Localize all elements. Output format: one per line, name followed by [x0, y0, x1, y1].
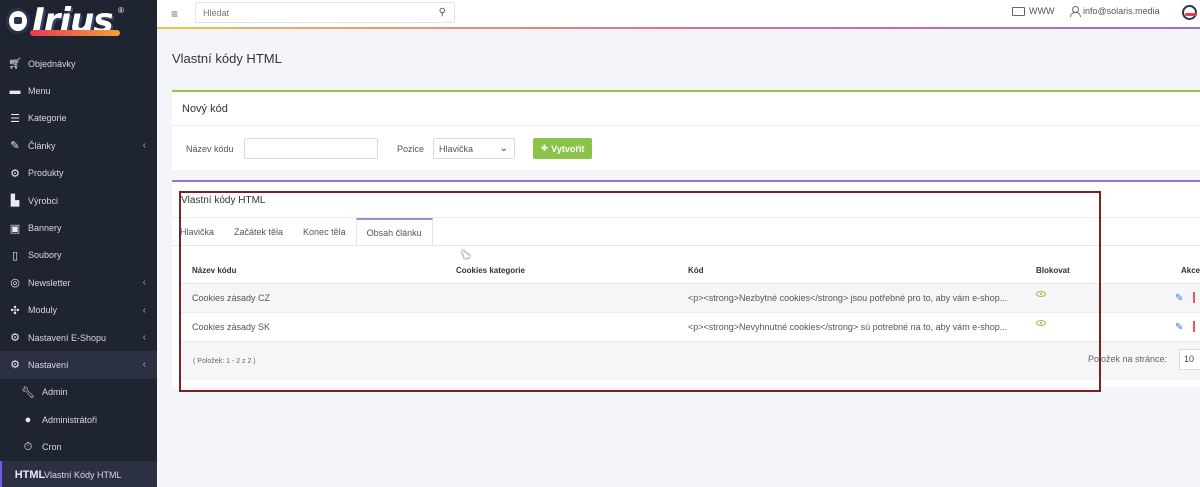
- position-select-value: Hlavička: [439, 143, 474, 154]
- new-code-heading: Nový kód: [172, 92, 1200, 126]
- pencil-icon: ✎: [10, 140, 20, 153]
- topbar-gradient-line: [157, 27, 1200, 29]
- search-icon[interactable]: ⚲: [439, 7, 446, 18]
- page-title: Vlastní kódy HTML: [172, 51, 282, 66]
- search-box: ⚲: [195, 2, 455, 23]
- chevron-left-icon: ‹: [142, 304, 146, 316]
- new-code-panel: Nový kód Název kódu Pozice Hlavička ⌄ ✚ …: [172, 90, 1200, 170]
- create-button[interactable]: ✚ Vytvořit: [533, 138, 592, 159]
- cogs-icon: ⚙: [10, 359, 20, 372]
- sidebar-item-menu[interactable]: ▬ Menu: [0, 77, 157, 104]
- hamburger-menu-icon[interactable]: ≡: [171, 7, 178, 21]
- sidebar-item-label: Kategorie: [28, 113, 67, 124]
- www-link[interactable]: WWW: [1012, 6, 1054, 16]
- sidebar-item-vyrobci[interactable]: ▙ Výrobci: [0, 187, 157, 214]
- chevron-left-icon: ‹: [142, 332, 146, 344]
- sidebar-item-label: Cron: [42, 442, 62, 453]
- sidebar-item-label: Objednávky: [28, 58, 76, 69]
- sidebar-item-moduly[interactable]: ✣ Moduly ‹: [0, 297, 157, 324]
- chevron-down-icon: ⌄: [499, 143, 508, 154]
- puzzle-icon: ✣: [10, 304, 20, 317]
- delete-icon[interactable]: [1193, 321, 1195, 332]
- topbar: ≡ ⚲ WWW info@solaris.media: [157, 0, 1200, 28]
- stopwatch-icon: ⏱︎: [23, 440, 33, 453]
- new-code-form: Název kódu Pozice Hlavička ⌄ ✚ Vytvořit: [172, 138, 1200, 160]
- sidebar-subitem-vlastni-kody-html[interactable]: HTML Vlastní Kódy HTML: [0, 460, 157, 487]
- edit-icon[interactable]: ✎: [1175, 293, 1183, 304]
- sidebar-item-kategorie[interactable]: ☰ Kategorie: [0, 105, 157, 132]
- column-header-actions: Akce: [1181, 266, 1200, 275]
- sidebar-item-label: Články: [28, 140, 56, 151]
- delete-icon[interactable]: [1193, 292, 1195, 303]
- sidebar-item-label: Výrobci: [28, 195, 59, 206]
- plus-icon: ✚: [540, 143, 549, 153]
- code-name-label: Název kódu: [186, 144, 234, 154]
- astronaut-logo-icon: [6, 8, 30, 34]
- sidebar-item-label: Nastavení E-Shopu: [28, 332, 107, 343]
- sidebar-item-soubory[interactable]: ▯ Soubory: [0, 242, 157, 269]
- html-icon: HTML: [14, 468, 46, 481]
- brand-logo-icon[interactable]: [1182, 5, 1197, 20]
- sidebar-nav: 🛒︎ Objednávky ▬ Menu ☰ Kategorie ✎ Článk…: [0, 50, 157, 487]
- chevron-left-icon: ‹: [142, 140, 146, 152]
- sidebar-item-label: Bannery: [28, 223, 62, 234]
- sidebar-item-label: Newsletter: [28, 277, 71, 288]
- user-icon: [1070, 6, 1081, 17]
- search-input[interactable]: [196, 3, 416, 22]
- sidebar-item-clanky[interactable]: ✎ Články ‹: [0, 132, 157, 159]
- per-page-select[interactable]: 10: [1179, 349, 1200, 370]
- sidebar-item-label: Produkty: [28, 168, 64, 179]
- sidebar-subitem-cron[interactable]: ⏱︎ Cron: [0, 433, 157, 460]
- folder-icon: ▬: [9, 85, 21, 98]
- image-icon: ▣: [9, 222, 21, 235]
- user-menu[interactable]: info@solaris.media: [1070, 6, 1160, 17]
- edit-icon[interactable]: ✎: [1175, 322, 1183, 333]
- sidebar-item-label: Nastavení: [28, 359, 69, 370]
- position-label: Pozice: [397, 144, 425, 154]
- wrench-icon: 🔧︎: [21, 386, 35, 399]
- monitor-icon: [1012, 6, 1025, 16]
- sidebar-item-objednavky[interactable]: 🛒︎ Objednávky: [0, 50, 157, 77]
- highlight-box: [179, 191, 1101, 392]
- logo-swoosh: [30, 30, 120, 36]
- sidebar-item-label: Admin: [42, 387, 68, 398]
- logo[interactable]: Irius ®: [0, 0, 157, 42]
- newsletter-icon: ◎: [10, 277, 20, 290]
- user-icon: ●: [24, 413, 32, 426]
- sidebar-subitem-admin[interactable]: 🔧︎ Admin: [0, 379, 157, 406]
- file-icon: ▯: [11, 249, 19, 262]
- logo-registered-mark: ®: [118, 6, 124, 15]
- code-name-input[interactable]: [244, 138, 378, 159]
- user-email: info@solaris.media: [1083, 6, 1160, 16]
- sidebar-item-label: Menu: [28, 86, 51, 97]
- sidebar-subitem-administratori[interactable]: ● Administrátoři: [0, 406, 157, 433]
- sidebar-item-nastaveni[interactable]: ⚙ Nastavení ‹: [0, 351, 157, 379]
- box-icon: ⚙: [10, 167, 20, 180]
- chevron-left-icon: ‹: [142, 277, 146, 289]
- sidebar-item-label: Administrátoři: [42, 414, 98, 425]
- www-label: WWW: [1029, 6, 1055, 16]
- cart-icon: 🛒︎: [8, 58, 22, 71]
- cogs-icon: ⚙: [10, 332, 20, 345]
- sidebar-item-bannery[interactable]: ▣ Bannery: [0, 214, 157, 241]
- sidebar: Irius ® 🛒︎ Objednávky ▬ Menu ☰ Kategorie…: [0, 0, 157, 487]
- chevron-down-icon: ‹: [142, 359, 146, 371]
- sidebar-item-label: Vlastní Kódy HTML: [44, 469, 122, 480]
- sidebar-item-newsletter[interactable]: ◎ Newsletter ‹: [0, 269, 157, 296]
- sidebar-item-label: Moduly: [28, 305, 58, 316]
- sidebar-item-nastaveni-eshopu[interactable]: ⚙ Nastavení E-Shopu ‹: [0, 324, 157, 351]
- create-button-label: Vytvořit: [551, 143, 585, 154]
- position-select[interactable]: Hlavička ⌄: [433, 138, 515, 159]
- sidebar-item-produkty[interactable]: ⚙ Produkty: [0, 160, 157, 187]
- list-icon: ☰: [10, 112, 20, 125]
- factory-icon: ▙: [10, 195, 20, 208]
- sidebar-item-label: Soubory: [28, 250, 62, 261]
